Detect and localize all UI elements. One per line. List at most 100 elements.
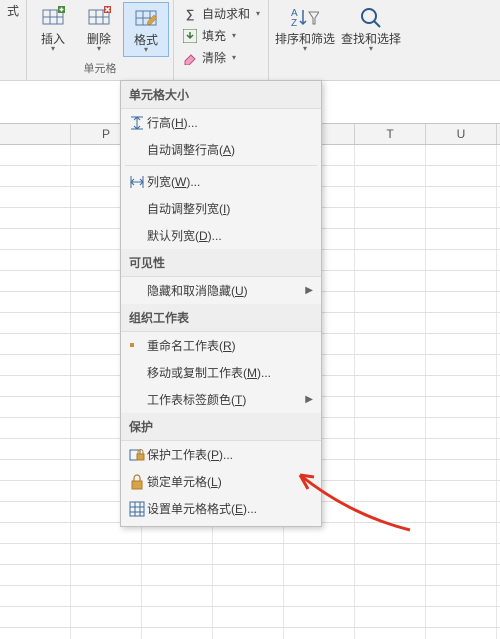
menu-hide-unhide[interactable]: 隐藏和取消隐藏(U) ▶ xyxy=(121,277,321,304)
cell[interactable] xyxy=(0,481,71,501)
menu-lock-cell[interactable]: 锁定单元格(L) xyxy=(121,468,321,495)
cell[interactable] xyxy=(355,481,426,501)
cell[interactable] xyxy=(0,313,71,333)
cell[interactable] xyxy=(355,523,426,543)
table-row[interactable] xyxy=(0,628,500,639)
cell[interactable] xyxy=(355,565,426,585)
table-row[interactable] xyxy=(0,544,500,565)
cell[interactable] xyxy=(426,229,497,249)
menu-default-width[interactable]: 默认列宽(D)... xyxy=(121,222,321,249)
cell[interactable] xyxy=(71,586,142,606)
insert-button[interactable]: 插入 ▾ xyxy=(31,2,75,57)
cell[interactable] xyxy=(355,166,426,186)
cell[interactable] xyxy=(0,355,71,375)
cell[interactable] xyxy=(284,586,355,606)
cell[interactable] xyxy=(355,208,426,228)
cell[interactable] xyxy=(426,586,497,606)
cell[interactable] xyxy=(355,229,426,249)
cell[interactable] xyxy=(426,313,497,333)
cell[interactable] xyxy=(426,460,497,480)
cell[interactable] xyxy=(284,565,355,585)
cell[interactable] xyxy=(71,607,142,627)
menu-protect-sheet[interactable]: 保护工作表(P)... xyxy=(121,441,321,468)
menu-move-copy-sheet[interactable]: 移动或复制工作表(M)... xyxy=(121,359,321,386)
cell[interactable] xyxy=(426,565,497,585)
cell[interactable] xyxy=(142,565,213,585)
cell[interactable] xyxy=(355,355,426,375)
sort-filter-button[interactable]: AZ 排序和筛选 ▾ xyxy=(273,2,337,55)
col-header[interactable] xyxy=(0,124,71,144)
cell[interactable] xyxy=(142,607,213,627)
cell[interactable] xyxy=(0,250,71,270)
cell[interactable] xyxy=(355,145,426,165)
cell[interactable] xyxy=(0,544,71,564)
menu-autofit-col[interactable]: 自动调整列宽(I) xyxy=(121,195,321,222)
cell[interactable] xyxy=(355,334,426,354)
col-header[interactable]: T xyxy=(355,124,426,144)
cell[interactable] xyxy=(426,145,497,165)
cell[interactable] xyxy=(213,607,284,627)
cell[interactable] xyxy=(0,565,71,585)
table-row[interactable] xyxy=(0,586,500,607)
cell[interactable] xyxy=(426,418,497,438)
cell[interactable] xyxy=(355,502,426,522)
table-row[interactable] xyxy=(0,607,500,628)
cell[interactable] xyxy=(355,544,426,564)
cell[interactable] xyxy=(426,502,497,522)
cell[interactable] xyxy=(426,292,497,312)
cell[interactable] xyxy=(355,313,426,333)
cell[interactable] xyxy=(426,166,497,186)
cell[interactable] xyxy=(355,586,426,606)
partial-button[interactable]: 式 xyxy=(4,2,22,20)
menu-row-height[interactable]: 行高(H)... xyxy=(121,109,321,136)
cell[interactable] xyxy=(213,586,284,606)
cell[interactable] xyxy=(0,271,71,291)
cell[interactable] xyxy=(0,628,71,639)
cell[interactable] xyxy=(213,544,284,564)
cell[interactable] xyxy=(284,544,355,564)
cell[interactable] xyxy=(355,439,426,459)
cell[interactable] xyxy=(426,397,497,417)
cell[interactable] xyxy=(426,628,497,639)
cell[interactable] xyxy=(142,628,213,639)
cell[interactable] xyxy=(0,145,71,165)
cell[interactable] xyxy=(0,376,71,396)
cell[interactable] xyxy=(426,187,497,207)
cell[interactable] xyxy=(426,271,497,291)
cell[interactable] xyxy=(355,607,426,627)
col-header[interactable]: U xyxy=(426,124,497,144)
cell[interactable] xyxy=(0,439,71,459)
cell[interactable] xyxy=(0,418,71,438)
cell[interactable] xyxy=(213,565,284,585)
clear-button[interactable]: 清除 ▾ xyxy=(180,48,262,67)
cell[interactable] xyxy=(426,544,497,564)
menu-rename-sheet[interactable]: 重命名工作表(R) xyxy=(121,332,321,359)
find-select-button[interactable]: 查找和选择 ▾ xyxy=(339,2,403,55)
cell[interactable] xyxy=(0,397,71,417)
format-button[interactable]: 格式 ▾ xyxy=(123,2,169,57)
cell[interactable] xyxy=(355,292,426,312)
cell[interactable] xyxy=(355,187,426,207)
cell[interactable] xyxy=(355,628,426,639)
cell[interactable] xyxy=(142,586,213,606)
cell[interactable] xyxy=(0,334,71,354)
cell[interactable] xyxy=(0,460,71,480)
table-row[interactable] xyxy=(0,565,500,586)
cell[interactable] xyxy=(0,523,71,543)
cell[interactable] xyxy=(426,355,497,375)
menu-tab-color[interactable]: 工作表标签颜色(T) ▶ xyxy=(121,386,321,413)
cell[interactable] xyxy=(426,376,497,396)
cell[interactable] xyxy=(71,565,142,585)
cell[interactable] xyxy=(71,628,142,639)
cell[interactable] xyxy=(0,586,71,606)
cell[interactable] xyxy=(426,607,497,627)
autosum-button[interactable]: ∑ 自动求和 ▾ xyxy=(180,4,262,23)
cell[interactable] xyxy=(355,250,426,270)
cell[interactable] xyxy=(426,481,497,501)
cell[interactable] xyxy=(284,628,355,639)
delete-button[interactable]: 删除 ▾ xyxy=(77,2,121,57)
cell[interactable] xyxy=(0,502,71,522)
cell[interactable] xyxy=(426,250,497,270)
cell[interactable] xyxy=(355,460,426,480)
cell[interactable] xyxy=(0,166,71,186)
